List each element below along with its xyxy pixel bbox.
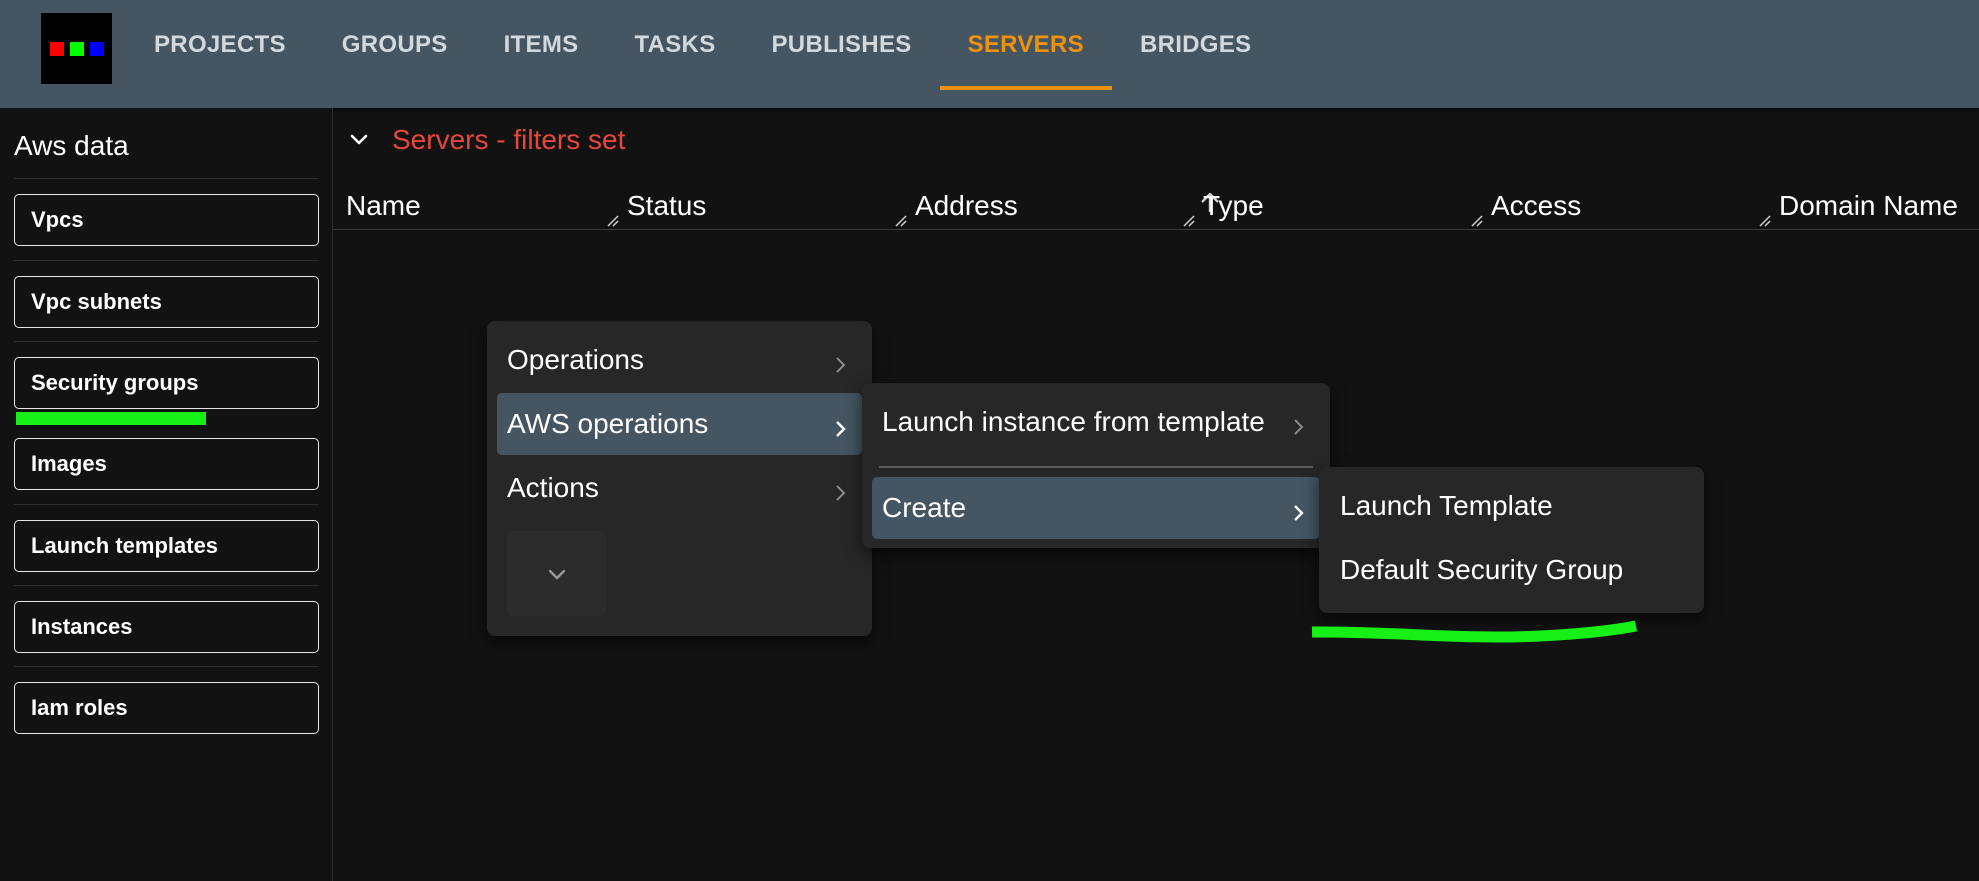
submenu-create: Launch Template Default Security Group — [1319, 467, 1704, 613]
chevron-right-icon — [1288, 412, 1308, 435]
column-header-status[interactable]: Status — [627, 190, 706, 222]
chevron-right-icon — [830, 350, 850, 373]
sidebar-item-images[interactable]: Images — [14, 438, 319, 490]
menu-item-label: Operations — [507, 344, 644, 375]
column-resize-handle-icon[interactable] — [894, 214, 908, 228]
menu-item-label: Actions — [507, 472, 599, 503]
column-header-access[interactable]: Access — [1491, 190, 1581, 222]
sidebar-divider — [14, 666, 319, 667]
sidebar-divider — [14, 504, 319, 505]
main-nav: PROJECTS GROUPS ITEMS TASKS PUBLISHES SE… — [126, 0, 1279, 108]
menu-divider — [879, 466, 1313, 468]
nav-bridges[interactable]: BRIDGES — [1112, 0, 1279, 90]
nav-tasks[interactable]: TASKS — [606, 0, 743, 90]
sidebar-item-launch-templates[interactable]: Launch templates — [14, 520, 319, 572]
expand-more-button[interactable] — [507, 531, 606, 616]
nav-groups[interactable]: GROUPS — [314, 0, 476, 90]
chevron-right-icon — [1288, 498, 1308, 521]
menu-item-operations[interactable]: Operations — [497, 329, 862, 391]
column-resize-handle-icon[interactable] — [1758, 214, 1772, 228]
highlight-marker-bar — [16, 412, 206, 425]
column-resize-handle-icon[interactable] — [606, 214, 620, 228]
chevron-right-icon — [830, 414, 850, 437]
nav-items[interactable]: ITEMS — [476, 0, 607, 90]
app-logo[interactable] — [41, 13, 112, 84]
menu-item-label: AWS operations — [507, 408, 709, 439]
menu-item-create[interactable]: Create — [872, 477, 1320, 539]
sidebar-title: Aws data — [14, 130, 129, 161]
logo-blue-square — [89, 41, 104, 56]
table-header: Name Status Address Type Access Domain N… — [333, 180, 1979, 230]
collapse-chevron-icon[interactable] — [346, 127, 372, 153]
sidebar-divider — [14, 260, 319, 261]
sidebar-divider — [14, 585, 319, 586]
sidebar-divider — [14, 178, 319, 179]
menu-item-default-security-group[interactable]: Default Security Group — [1327, 539, 1696, 601]
submenu-aws-operations: Launch instance from template Create — [862, 383, 1330, 548]
menu-item-actions[interactable]: Actions — [497, 457, 862, 519]
menu-item-launch-instance-from-template[interactable]: Launch instance from template — [872, 391, 1320, 453]
chevron-right-icon — [830, 478, 850, 501]
nav-publishes[interactable]: PUBLISHES — [744, 0, 940, 90]
menu-item-label: Create — [882, 492, 967, 523]
column-header-domain-name[interactable]: Domain Name — [1779, 190, 1958, 222]
menu-item-launch-template[interactable]: Launch Template — [1327, 475, 1696, 537]
sidebar-item-iam-roles[interactable]: Iam roles — [14, 682, 319, 734]
highlight-underline-mark — [1311, 620, 1638, 643]
servers-panel-header: Servers - filters set — [346, 124, 625, 156]
column-resize-handle-icon[interactable] — [1182, 214, 1196, 228]
column-resize-handle-icon[interactable] — [1470, 214, 1484, 228]
sidebar-divider — [14, 341, 319, 342]
sidebar-item-instances[interactable]: Instances — [14, 601, 319, 653]
column-header-name[interactable]: Name — [346, 190, 421, 222]
sidebar-item-vpc-subnets[interactable]: Vpc subnets — [14, 276, 319, 328]
chevron-down-icon — [548, 569, 565, 580]
panel-title: Servers - filters set — [392, 124, 626, 155]
sidebar-item-security-groups[interactable]: Security groups — [14, 357, 319, 409]
menu-item-aws-operations[interactable]: AWS operations — [497, 393, 862, 455]
menu-item-label: Launch instance from template — [882, 406, 1265, 437]
column-header-type[interactable]: Type — [1203, 190, 1264, 222]
logo-green-square — [69, 41, 84, 56]
nav-projects[interactable]: PROJECTS — [126, 0, 314, 90]
logo-red-square — [49, 41, 64, 56]
top-navigation-bar: PROJECTS GROUPS ITEMS TASKS PUBLISHES SE… — [0, 0, 1979, 108]
sidebar: Aws data Vpcs Vpc subnets Security group… — [0, 108, 333, 881]
sidebar-item-vpcs[interactable]: Vpcs — [14, 194, 319, 246]
column-header-address[interactable]: Address — [915, 190, 1018, 222]
nav-servers[interactable]: SERVERS — [939, 0, 1113, 90]
